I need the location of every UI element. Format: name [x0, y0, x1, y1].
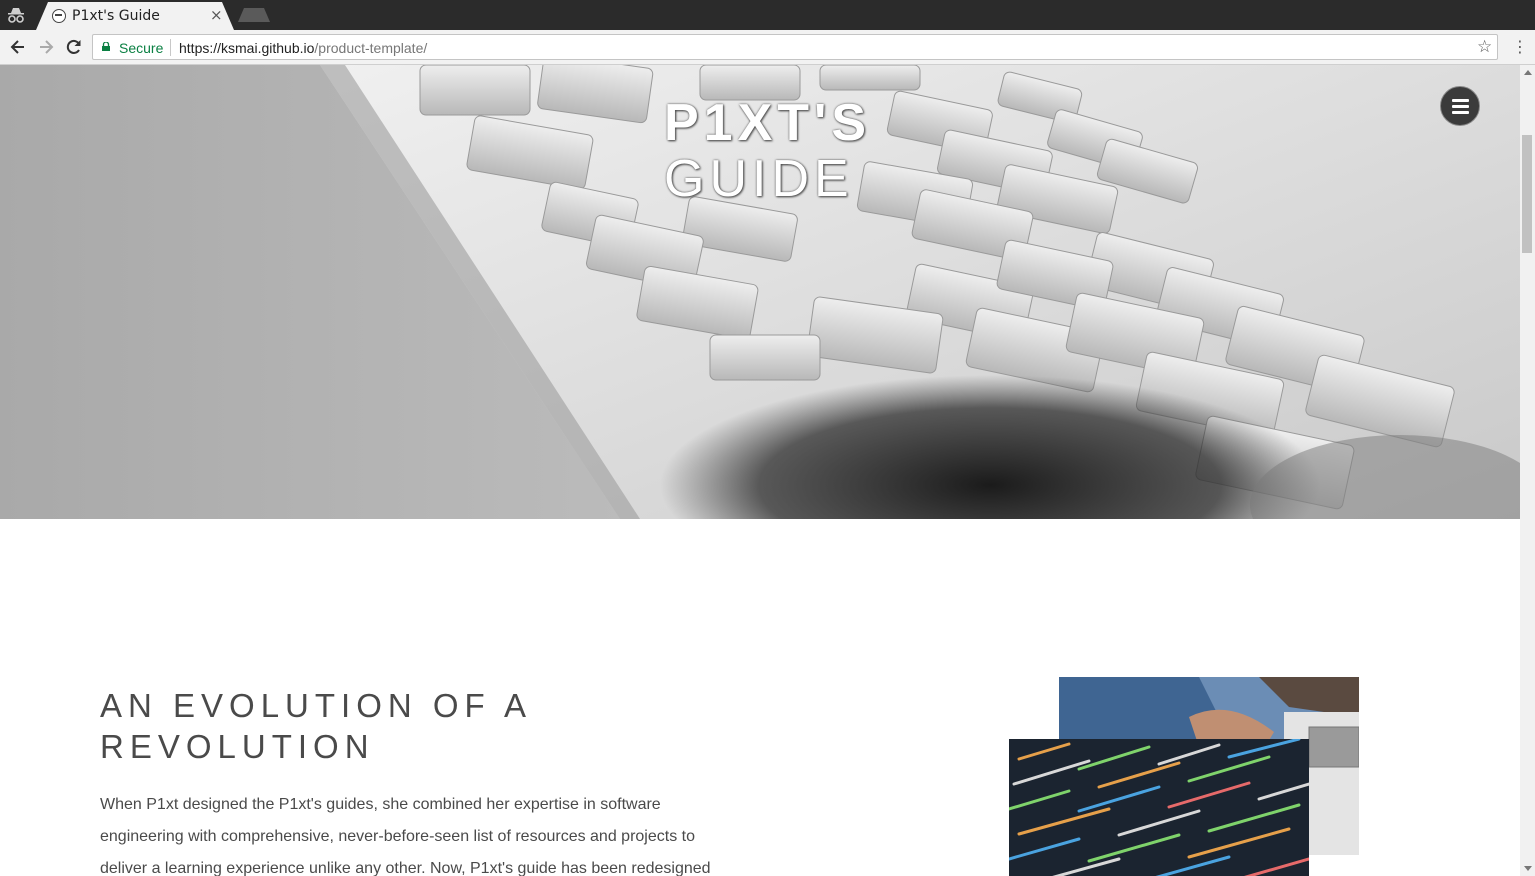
browser-tab-active[interactable]: P1xt's Guide ×: [36, 2, 234, 30]
url-host: https://ksmai.github.io: [179, 40, 315, 56]
tab-strip: P1xt's Guide ×: [0, 0, 1535, 30]
url-path: /product-template/: [314, 40, 428, 56]
url-text[interactable]: https://ksmai.github.io/product-template…: [179, 40, 427, 56]
page-viewport: P1XT'S GUIDE AN EVOLUTION OF A REVOLUTIO…: [0, 65, 1520, 876]
tab-close-icon[interactable]: ×: [210, 7, 223, 23]
menu-bar: [1452, 111, 1469, 114]
hero-title-line2: GUIDE: [664, 150, 854, 208]
hero-title: P1XT'S GUIDE: [664, 95, 871, 207]
scrollbar-thumb[interactable]: [1522, 135, 1532, 253]
reload-icon[interactable]: [64, 37, 84, 57]
browser-toolbar: Secure https://ksmai.github.io/product-t…: [0, 30, 1535, 65]
browser-menu-icon[interactable]: ⋮: [1512, 37, 1528, 57]
menu-bar: [1452, 105, 1469, 108]
new-tab-button[interactable]: [238, 8, 270, 22]
address-separator: [170, 39, 171, 56]
section-body: When P1xt designed the P1xt's guides, sh…: [100, 796, 711, 876]
code-screen-photo: [1009, 739, 1309, 876]
incognito-icon[interactable]: [6, 5, 26, 25]
hero-banner: P1XT'S GUIDE: [0, 65, 1520, 519]
scroll-down-arrow-icon[interactable]: [1524, 866, 1532, 871]
menu-bar: [1452, 99, 1469, 102]
page-scrollbar[interactable]: [1520, 65, 1535, 876]
bookmark-star-icon[interactable]: ☆: [1477, 37, 1492, 57]
lock-icon: [102, 42, 110, 51]
section-heading: AN EVOLUTION OF A REVOLUTION: [100, 687, 531, 765]
hamburger-menu-icon[interactable]: [1440, 86, 1480, 126]
site-favicon-icon: [52, 9, 66, 23]
hero-title-line1: P1XT'S: [664, 94, 872, 152]
back-arrow-icon[interactable]: [8, 37, 28, 57]
scroll-up-arrow-icon[interactable]: [1524, 70, 1532, 75]
address-bar[interactable]: Secure https://ksmai.github.io/product-t…: [92, 34, 1498, 60]
tab-title: P1xt's Guide: [72, 8, 160, 24]
secure-label: Secure: [119, 40, 164, 56]
forward-arrow-icon[interactable]: [36, 37, 56, 57]
